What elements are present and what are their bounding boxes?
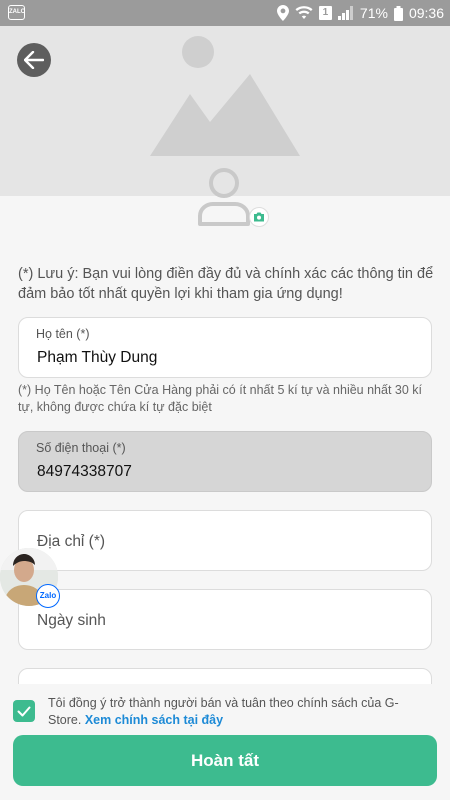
status-bar: ZALO 1 71% 09:36 xyxy=(0,0,450,26)
phone-field-label: Số điện thoại (*) xyxy=(36,441,126,455)
battery-percent: 71% xyxy=(359,5,388,21)
arrow-left-icon xyxy=(24,51,44,69)
image-placeholder-icon xyxy=(150,36,300,156)
phone-field: Số điện thoại (*) 84974338707 xyxy=(18,431,432,492)
agree-checkbox[interactable] xyxy=(13,700,35,722)
battery-icon xyxy=(393,5,403,21)
zalo-chat-bubble[interactable]: Zalo xyxy=(0,548,62,608)
user-icon xyxy=(198,168,250,226)
name-field-label: Họ tên (*) xyxy=(36,327,90,341)
info-note: (*) Lưu ý: Bạn vui lòng điền đầy đủ và c… xyxy=(18,266,434,302)
avatar[interactable] xyxy=(196,166,269,228)
zalo-badge: Zalo xyxy=(36,584,60,608)
address-field[interactable]: Địa chỉ (*) xyxy=(18,510,432,571)
name-field-value: Phạm Thùy Dung xyxy=(37,349,158,366)
zalo-notification-icon: ZALO xyxy=(8,5,25,20)
name-field-hint: (*) Họ Tên hoặc Tên Cửa Hàng phải có ít … xyxy=(18,383,423,414)
sim-icon: 1 xyxy=(318,6,332,20)
policy-link[interactable]: Xem chính sách tại đây xyxy=(85,713,223,727)
wifi-icon xyxy=(295,6,313,20)
submit-button[interactable]: Hoàn tất xyxy=(13,735,437,786)
phone-field-value: 84974338707 xyxy=(37,463,132,480)
clock: 09:36 xyxy=(408,5,444,21)
location-icon xyxy=(276,5,289,21)
change-avatar-button[interactable] xyxy=(249,207,269,227)
birthday-field[interactable]: Ngày sinh xyxy=(18,589,432,650)
checkmark-icon xyxy=(17,706,31,716)
agreement-text: Tôi đồng ý trở thành người bán và tuân t… xyxy=(48,695,428,729)
signal-icon xyxy=(337,6,353,20)
status-icons: 1 71% 09:36 xyxy=(276,0,444,26)
name-field[interactable]: Họ tên (*) Phạm Thùy Dung xyxy=(18,317,432,378)
camera-icon xyxy=(254,212,264,222)
birthday-field-placeholder: Ngày sinh xyxy=(37,612,106,629)
back-button[interactable] xyxy=(17,43,51,77)
